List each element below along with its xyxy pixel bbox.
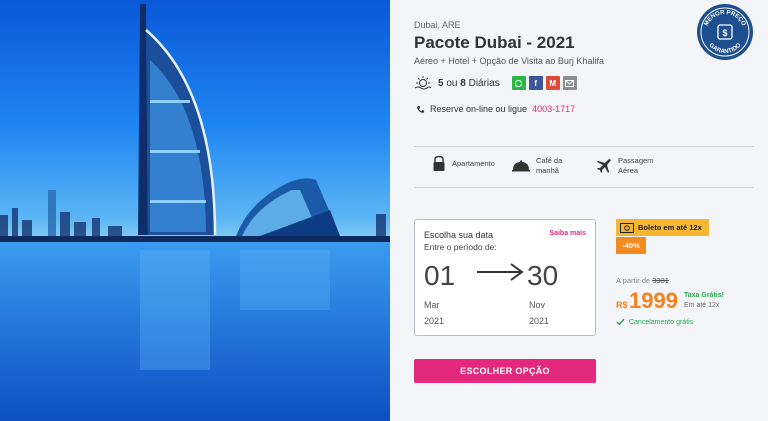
check-icon (616, 318, 625, 326)
amenity-apartment: Apartamento (432, 156, 495, 172)
installments-label: Em até 12x (684, 302, 720, 309)
choose-option-button[interactable]: ESCOLHER OPÇÃO (414, 359, 596, 383)
divider (414, 187, 754, 188)
date-picker[interactable]: Escolha sua data Saiba mais Entre o perí… (414, 219, 596, 336)
reserve-text: Reserve on-line ou ligue (430, 104, 528, 114)
airplane-icon (597, 159, 611, 173)
gmail-icon[interactable]: M (545, 76, 560, 90)
facebook-icon[interactable]: f (528, 76, 543, 90)
arrow-right-icon (477, 263, 524, 281)
amenity-breakfast: Café da manhã (512, 156, 562, 176)
divider (414, 146, 754, 147)
phone-icon (416, 105, 425, 113)
amenity-flight: Passagem Aérea (596, 156, 653, 176)
package-title: Pacote Dubai - 2021 (414, 33, 575, 52)
package-card: Dubai, ARE Pacote Dubai - 2021 Aéreo + H… (0, 0, 768, 421)
package-subtitle: Aéreo + Hotel + Opção de Visita ao Burj … (414, 56, 604, 66)
end-year: 2021 (529, 316, 550, 326)
end-month: Nov (529, 300, 546, 310)
phone-link[interactable]: 4003-1717 (532, 104, 575, 114)
tax-free-label: Taxa Grátis! (684, 292, 724, 299)
lowest-price-badge: MENOR PREÇO GARANTIDO $ (697, 4, 753, 60)
old-price: 3331 (652, 276, 669, 285)
period-label: Entre o período de: (424, 242, 497, 252)
reserve-line: Reserve on-line ou ligue 4003-1717 (416, 104, 575, 114)
price-from: A partir de 3331 (616, 276, 669, 285)
whatsapp-icon[interactable] (511, 76, 526, 90)
boleto-badge: Boleto em até 12x (616, 219, 709, 236)
burj-al-arab-skyline (0, 4, 390, 421)
start-day: 01 (424, 260, 456, 291)
days-text: 5 ou 8 Diárias (438, 77, 500, 89)
burj-al-arab (138, 4, 217, 236)
location: Dubai, ARE (414, 20, 461, 30)
money-icon (620, 222, 634, 233)
share-buttons: f M (511, 76, 577, 90)
email-icon[interactable] (562, 76, 577, 90)
date-label: Escolha sua data (424, 230, 494, 240)
discount-badge: -40% (616, 237, 646, 254)
apartment-icon (433, 156, 445, 171)
start-year: 2021 (424, 316, 445, 326)
breakfast-icon (512, 160, 530, 172)
package-details: Dubai, ARE Pacote Dubai - 2021 Aéreo + H… (390, 0, 768, 421)
sun-sea-icon (414, 76, 432, 90)
saiba-mais-link[interactable]: Saiba mais (549, 230, 586, 237)
dubai-photo (0, 0, 390, 421)
free-cancel: Cancelamento grátis (616, 318, 693, 326)
end-day: 30 (527, 260, 559, 291)
svg-text:$: $ (722, 28, 727, 38)
currency: R$ (616, 300, 628, 310)
price-value: 1999 (629, 288, 678, 313)
start-month: Mar (424, 300, 440, 310)
days-row: 5 ou 8 Diárias f M (414, 76, 577, 90)
